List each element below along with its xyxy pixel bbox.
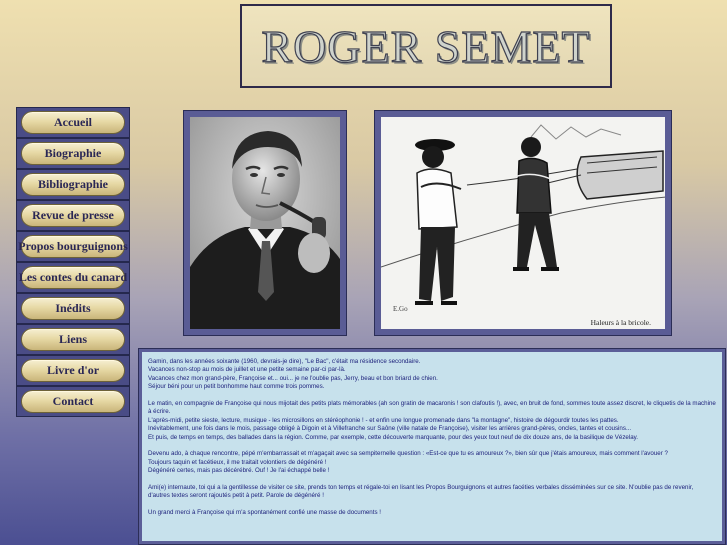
- text-line: Un grand merci à Françoise qui m'a spont…: [148, 509, 381, 517]
- text-line: Toujours taquin et facétieux, il me trai…: [148, 458, 327, 466]
- text-line: Inévitablement, une fois dans le mois, p…: [148, 425, 632, 433]
- nav-item-inedits[interactable]: Inédits: [16, 293, 130, 324]
- nav-label[interactable]: Liens: [21, 328, 125, 351]
- illustration-frame: E.Go Haleurs à la bricole.: [374, 110, 672, 336]
- content-text: Gamin, dans les années soixante (1960, d…: [142, 352, 722, 541]
- text-line: Le matin, en compagnie de Françoise qui …: [148, 400, 716, 416]
- nav-label[interactable]: Bibliographie: [21, 173, 125, 196]
- text-line: Vacances non-stop au mois de juillet et …: [148, 366, 346, 374]
- paragraph-1: Gamin, dans les années soixante (1960, d…: [148, 358, 716, 392]
- text-line: Dégénéré certes, mais pas décérébré. Ouf…: [148, 467, 330, 475]
- paragraph-4: Ami(e) internaute, toi qui a la gentille…: [148, 484, 716, 501]
- text-line: Ami(e) internaute, toi qui a la gentille…: [148, 484, 694, 500]
- nav-item-accueil[interactable]: Accueil: [16, 107, 130, 138]
- paragraph-2: Le matin, en compagnie de Françoise qui …: [148, 400, 716, 442]
- portrait-photo-icon: [190, 117, 340, 329]
- site-title: ROGER SEMET: [261, 20, 591, 72]
- nav-item-revue-de-presse[interactable]: Revue de presse: [16, 200, 130, 231]
- text-line: Gamin, dans les années soixante (1960, d…: [148, 358, 421, 365]
- content-panel: Gamin, dans les années soixante (1960, d…: [138, 348, 726, 545]
- nav-label[interactable]: Livre d'or: [21, 359, 125, 382]
- illustration-drawing: E.Go Haleurs à la bricole.: [381, 117, 665, 329]
- nav-label[interactable]: Les contes du canard: [19, 266, 127, 289]
- portrait-photo: [190, 117, 340, 329]
- text-line: Séjour béni pour un petit bonhomme haut …: [148, 383, 325, 391]
- paragraph-5: Un grand merci à Françoise qui m'a spont…: [148, 509, 716, 517]
- nav-item-propos-bourguignons[interactable]: Propos bourguignons: [16, 231, 130, 262]
- text-line: Devenu ado, à chaque rencontre, pépé m'e…: [148, 450, 668, 458]
- svg-text:E.Go: E.Go: [393, 305, 408, 313]
- text-line: Et puis, de temps en temps, des ballades…: [148, 433, 639, 441]
- nav-label[interactable]: Propos bourguignons: [18, 235, 128, 258]
- main-nav: Accueil Biographie Bibliographie Revue d…: [16, 107, 130, 417]
- portrait-frame: [183, 110, 347, 336]
- text-line: L'après-midi, petite sieste, lecture, mu…: [148, 416, 619, 424]
- nav-label[interactable]: Inédits: [21, 297, 125, 320]
- illustration-caption: Haleurs à la bricole.: [591, 318, 652, 327]
- text-line: Vacances chez mon grand-père, Françoise …: [148, 374, 438, 382]
- nav-label[interactable]: Biographie: [21, 142, 125, 165]
- site-title-banner: ROGER SEMET: [240, 4, 612, 88]
- nav-item-livre-dor[interactable]: Livre d'or: [16, 355, 130, 386]
- nav-label[interactable]: Accueil: [21, 111, 125, 134]
- illustration-drawing-icon: E.Go Haleurs à la bricole.: [381, 117, 665, 329]
- nav-label[interactable]: Revue de presse: [21, 204, 125, 227]
- paragraph-3: Devenu ado, à chaque rencontre, pépé m'e…: [148, 450, 716, 475]
- nav-item-bibliographie[interactable]: Bibliographie: [16, 169, 130, 200]
- nav-item-contact[interactable]: Contact: [16, 386, 130, 417]
- nav-label[interactable]: Contact: [21, 390, 125, 413]
- nav-item-liens[interactable]: Liens: [16, 324, 130, 355]
- nav-item-contes-du-canard[interactable]: Les contes du canard: [16, 262, 130, 293]
- nav-item-biographie[interactable]: Biographie: [16, 138, 130, 169]
